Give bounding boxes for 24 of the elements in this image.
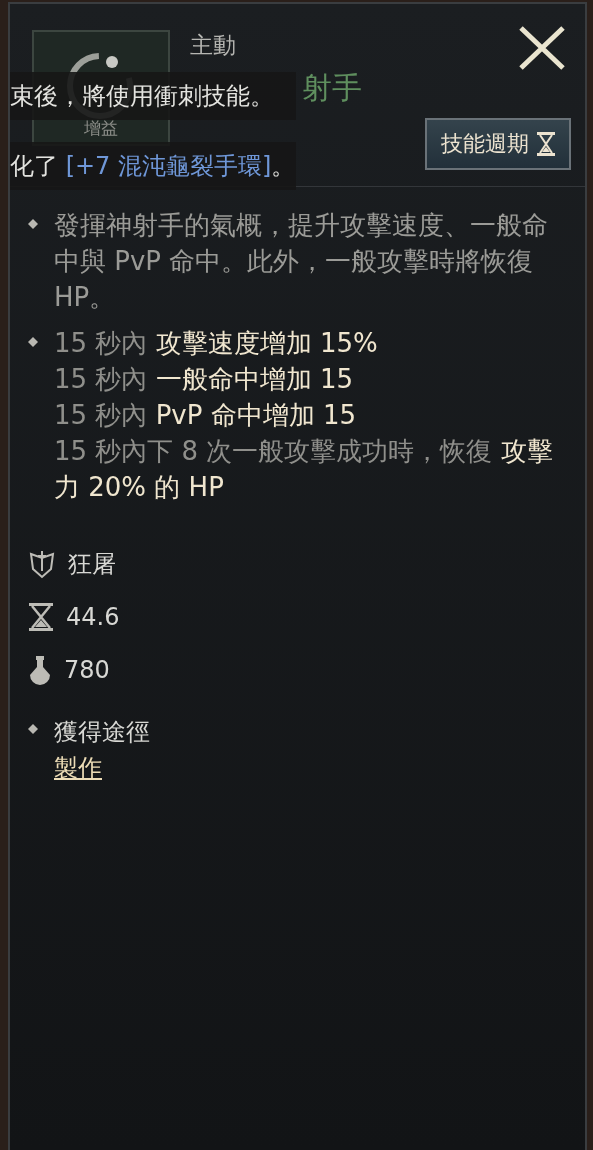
effect-line: 15 秒內 攻擊速度增加 15% bbox=[54, 327, 379, 360]
bullet-icon bbox=[28, 219, 38, 229]
effect-line: 15 秒內下 8 次一般攻擊成功時，恢復 攻擊力 20% 的 HP bbox=[54, 435, 554, 504]
close-icon[interactable] bbox=[517, 24, 567, 72]
description-text: 發揮神射手的氣概，提升攻擊速度、一般命中與 PvP 命中。此外，一般攻擊時將恢復 HP。 bbox=[54, 209, 549, 314]
skill-title: 射手 bbox=[302, 69, 362, 107]
icon-label: 增益 bbox=[84, 117, 118, 140]
notice-text: 化了 [+7 混沌龜裂手環]。 bbox=[10, 151, 296, 182]
stat-value: 780 bbox=[64, 655, 110, 684]
skill-type: 主動 bbox=[190, 31, 236, 60]
shield-sword-icon bbox=[28, 548, 56, 579]
bullet-icon bbox=[28, 337, 38, 347]
effect-line: 15 秒內 PvP 命中增加 15 bbox=[54, 399, 357, 432]
hourglass-icon bbox=[537, 132, 555, 156]
stat-value: 44.6 bbox=[66, 602, 120, 631]
source-link[interactable]: 製作 bbox=[54, 752, 102, 784]
hourglass-icon bbox=[28, 601, 54, 632]
effect-line: 15 秒內 一般命中增加 15 bbox=[54, 363, 354, 396]
bullet-icon bbox=[28, 724, 38, 734]
stat-value: 狂屠 bbox=[68, 548, 116, 580]
potion-icon bbox=[28, 654, 52, 685]
skill-cycle-button[interactable]: 技能週期 bbox=[425, 118, 571, 170]
source-label: 獲得途徑 bbox=[54, 717, 150, 748]
notice-text: 束後，將使用衝刺技能。 bbox=[10, 81, 274, 112]
